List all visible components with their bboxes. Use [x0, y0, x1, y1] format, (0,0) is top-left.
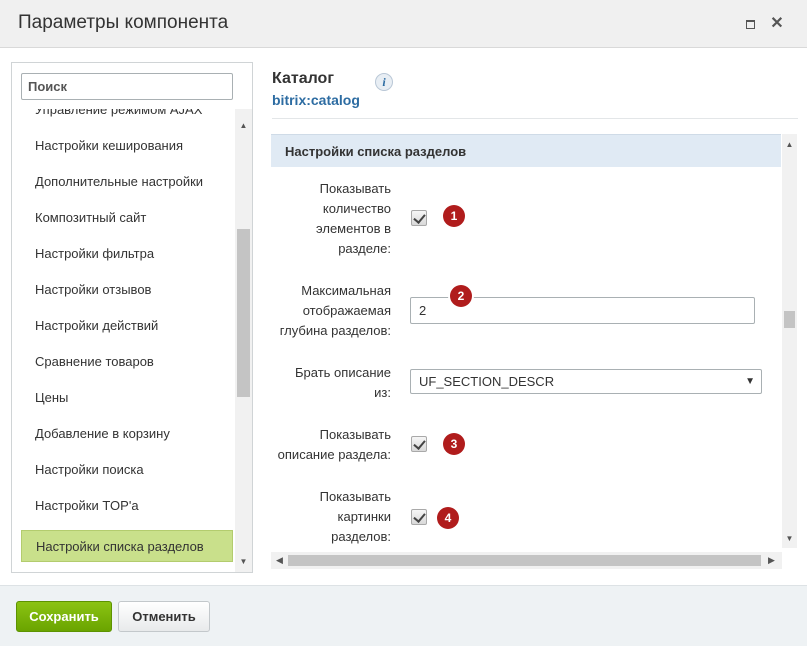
main-vertical-scrollbar[interactable]: ▲ ▼: [782, 134, 797, 548]
show-pictures-label: Показывать картинки разделов:: [319, 489, 391, 544]
sidebar-item-top[interactable]: Настройки TOP'а: [21, 490, 233, 522]
maximize-icon[interactable]: [742, 16, 758, 32]
sidebar-item-section-list[interactable]: Настройки списка разделов: [21, 530, 233, 562]
cancel-button[interactable]: Отменить: [118, 601, 210, 632]
scroll-right-icon[interactable]: ▶: [768, 555, 775, 566]
show-pictures-checkbox[interactable]: [411, 509, 427, 525]
chevron-down-icon: ▼: [745, 376, 755, 387]
horizontal-scroll-thumb[interactable]: [288, 555, 761, 566]
scroll-up-icon[interactable]: ▲: [238, 121, 249, 130]
divider: [272, 118, 798, 119]
description-source-label: Брать описание из:: [295, 365, 391, 400]
sidebar-item-cache[interactable]: Настройки кеширования: [21, 130, 233, 162]
sidebar-item-reviews[interactable]: Настройки отзывов: [21, 274, 233, 306]
sidebar-item-compare[interactable]: Сравнение товаров: [21, 346, 233, 378]
show-count-checkbox[interactable]: [411, 210, 427, 226]
close-icon[interactable]: ✕: [769, 16, 785, 32]
dialog-footer: Сохранить Отменить: [0, 585, 807, 646]
sidebar-item-search[interactable]: Настройки поиска: [21, 454, 233, 486]
callout-badge-1: 1: [443, 205, 465, 227]
scroll-down-icon[interactable]: ▼: [238, 557, 249, 566]
show-description-label: Показывать описание раздела:: [277, 427, 391, 462]
description-source-value: UF_SECTION_DESCR: [419, 374, 555, 389]
sidebar-item-prices[interactable]: Цены: [21, 382, 233, 414]
search-input[interactable]: [21, 73, 233, 100]
sidebar-item-composite[interactable]: Композитный сайт: [21, 202, 233, 234]
component-title: Каталог: [272, 70, 334, 87]
max-depth-label: Максимальная отображаемая глубина раздел…: [279, 283, 391, 338]
sidebar-item-ajax[interactable]: Управление режимом AJAX: [21, 109, 233, 126]
sections-sidebar: Управление режимом AJAX Настройки кеширо…: [11, 62, 253, 573]
section-header: Настройки списка разделов: [271, 134, 781, 167]
save-button[interactable]: Сохранить: [16, 601, 112, 632]
main-scroll-thumb[interactable]: [784, 311, 795, 328]
sidebar-item-filter[interactable]: Настройки фильтра: [21, 238, 233, 270]
sidebar-item-basket[interactable]: Добавление в корзину: [21, 418, 233, 450]
sections-list: Управление режимом AJAX Настройки кеширо…: [12, 109, 236, 572]
window-title: Параметры компонента: [18, 12, 229, 33]
callout-badge-3: 3: [443, 433, 465, 455]
show-count-label: Показывать количество элементов в раздел…: [316, 181, 391, 256]
settings-panel: Настройки списка разделов Показывать кол…: [271, 134, 781, 548]
callout-badge-4: 4: [437, 507, 459, 529]
sidebar-scrollbar[interactable]: ▲ ▼: [235, 109, 252, 572]
scroll-left-icon[interactable]: ◀: [276, 555, 283, 566]
title-bar: Параметры компонента ✕: [0, 0, 807, 48]
show-description-checkbox[interactable]: [411, 436, 427, 452]
scroll-up-icon[interactable]: ▲: [784, 140, 795, 149]
component-code: bitrix:catalog: [272, 92, 360, 108]
info-icon[interactable]: i: [375, 73, 393, 91]
description-source-select[interactable]: UF_SECTION_DESCR ▼: [410, 369, 762, 394]
sidebar-item-additional[interactable]: Дополнительные настройки: [21, 166, 233, 198]
callout-badge-2: 2: [450, 285, 472, 307]
sidebar-scroll-thumb[interactable]: [237, 229, 250, 397]
main-horizontal-scrollbar[interactable]: ◀ ▶: [271, 552, 782, 569]
scroll-down-icon[interactable]: ▼: [784, 534, 795, 543]
sidebar-item-actions[interactable]: Настройки действий: [21, 310, 233, 342]
